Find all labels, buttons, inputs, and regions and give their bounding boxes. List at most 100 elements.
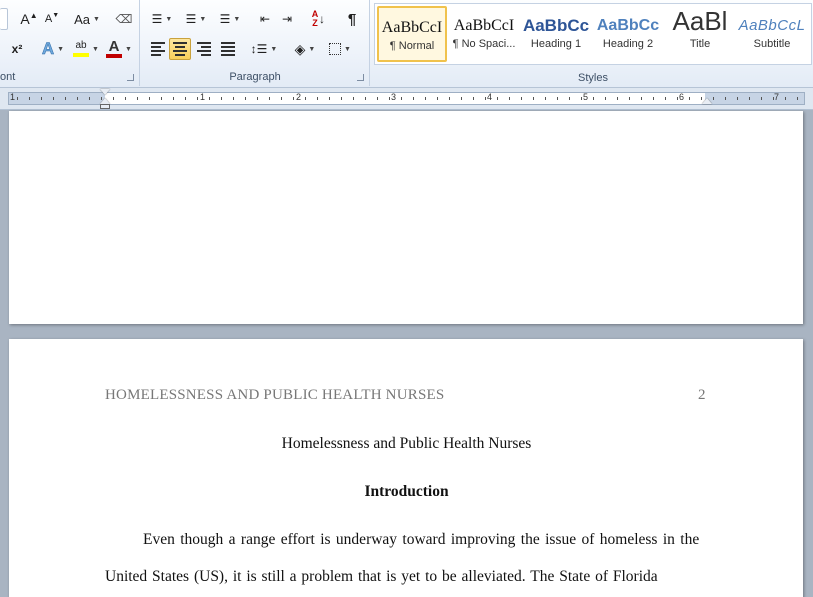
show-formatting-button[interactable]: ¶ (341, 8, 363, 30)
horizontal-ruler[interactable]: 1 1 2 3 4 5 6 7 (8, 89, 805, 109)
ruler-tick (65, 97, 66, 100)
sort-button[interactable]: A Z ↓ (307, 8, 329, 30)
text-effects-icon: A (41, 39, 55, 59)
ruler-tick (497, 97, 498, 100)
shading-icon: ◈ (294, 40, 306, 57)
increase-indent-button[interactable]: ⇥ (277, 8, 297, 30)
align-right-button[interactable] (193, 38, 215, 60)
ruler-tick (77, 97, 78, 100)
ruler-tick (569, 97, 570, 100)
borders-icon (329, 43, 342, 55)
line-spacing-button[interactable]: ↕☰ ▼ (249, 38, 279, 60)
style-heading-2[interactable]: AaBbCc Heading 2 (593, 6, 663, 62)
highlight-button[interactable]: ab ▼ (70, 38, 102, 60)
ruler-tick (89, 97, 90, 100)
text-effects-button[interactable]: A ▼ (38, 38, 68, 60)
font-color-button[interactable]: A ▼ (104, 38, 134, 60)
ruler-tick (737, 97, 738, 100)
grow-font-button[interactable]: A ▲ (18, 8, 40, 30)
font-size-dropdown-edge[interactable] (0, 8, 8, 30)
numbering-icon: ☰ (185, 12, 197, 26)
justify-button[interactable] (217, 38, 239, 60)
ruler-tick (485, 97, 486, 100)
style-subtitle[interactable]: AaBbCcL Subtitle (737, 6, 807, 62)
shrink-font-button[interactable]: A ▼ (42, 8, 62, 30)
ruler-tick (713, 97, 714, 100)
ruler-tick (545, 97, 546, 100)
ruler-tick (785, 97, 786, 100)
ruler-tick (257, 97, 258, 100)
change-case-icon: Aa (74, 11, 90, 27)
align-left-icon (151, 42, 165, 56)
line-spacing-icon: ↕☰ (250, 42, 268, 56)
paragraph-dialog-launcher-icon[interactable] (357, 74, 364, 81)
font-group: A ▲ A ▼ Aa ▼ ⌫ x² A ▼ ab ▼ A ▼ ont (0, 0, 140, 86)
ruler-number: 3 (391, 92, 397, 102)
left-indent-marker[interactable] (100, 104, 110, 109)
ruler-tick (41, 97, 42, 100)
document-page-1[interactable] (9, 111, 803, 324)
ruler-tick (425, 97, 426, 100)
ruler-number: 4 (487, 92, 493, 102)
increase-indent-icon: ⇥ (281, 12, 293, 26)
shading-button[interactable]: ◈ ▼ (289, 38, 321, 60)
ruler-tick (329, 97, 330, 100)
numbering-button[interactable]: ☰ ▼ (181, 8, 211, 30)
grow-font-icon: A (20, 11, 30, 27)
ruler-tick (137, 97, 138, 100)
ruler-tick (173, 97, 174, 100)
ruler-tick (377, 97, 378, 100)
decrease-indent-button[interactable]: ⇤ (255, 8, 275, 30)
highlight-icon: ab (75, 40, 87, 51)
clear-formatting-button[interactable]: ⌫ (114, 8, 134, 30)
ruler-tick (509, 97, 510, 100)
ruler-tick (161, 97, 162, 100)
align-center-button[interactable] (169, 38, 191, 60)
align-right-icon (197, 42, 211, 56)
ruler-tick (677, 97, 678, 100)
ruler-tick (761, 97, 762, 100)
ruler-tick (113, 97, 114, 100)
ruler-tick (581, 97, 582, 100)
ruler-tick (389, 97, 390, 100)
document-page-2[interactable] (9, 339, 803, 597)
shrink-font-icon: A (44, 13, 53, 25)
multilevel-list-button[interactable]: ☰ ▼ (215, 8, 245, 30)
superscript-icon: x² (11, 42, 23, 56)
decrease-indent-icon: ⇤ (259, 12, 271, 26)
ruler-tick (317, 97, 318, 100)
ruler-tick (773, 97, 774, 100)
style-title[interactable]: AaBl Title (665, 6, 735, 62)
right-indent-marker[interactable] (702, 98, 712, 104)
align-left-button[interactable] (147, 38, 169, 60)
clear-formatting-icon: ⌫ (115, 12, 133, 26)
ruler-tick (233, 97, 234, 100)
font-color-icon: A (108, 38, 120, 55)
ruler-tick (305, 97, 306, 100)
ruler-tick (53, 97, 54, 100)
first-line-indent-marker[interactable] (100, 89, 110, 95)
style-heading-1[interactable]: AaBbCc Heading 1 (521, 6, 591, 62)
paragraph-group-label: Paragraph (229, 71, 281, 83)
bullets-icon: ☰ (151, 12, 163, 26)
style-normal[interactable]: AaBbCcI ¶ Normal (377, 6, 447, 62)
ruler-number: 1 (10, 92, 16, 102)
change-case-button[interactable]: Aa ▼ (72, 8, 102, 30)
font-group-label: ont (0, 71, 16, 83)
ruler-tick (437, 97, 438, 100)
style-no-spacing[interactable]: AaBbCcI ¶ No Spaci... (449, 6, 519, 62)
ruler-tick (17, 97, 18, 100)
ruler-tick (209, 97, 210, 100)
font-dialog-launcher-icon[interactable] (127, 74, 134, 81)
ruler-tick (245, 97, 246, 100)
superscript-button[interactable]: x² (8, 38, 26, 60)
ruler-number: 1 (200, 92, 206, 102)
ruler-tick (197, 97, 198, 100)
ruler-tick (689, 97, 690, 100)
ruler-tick (365, 97, 366, 100)
ruler-tick (521, 97, 522, 100)
borders-button[interactable]: ▼ (325, 38, 355, 60)
ruler-tick (629, 97, 630, 100)
bullets-button[interactable]: ☰ ▼ (147, 8, 177, 30)
ruler-tick (617, 97, 618, 100)
